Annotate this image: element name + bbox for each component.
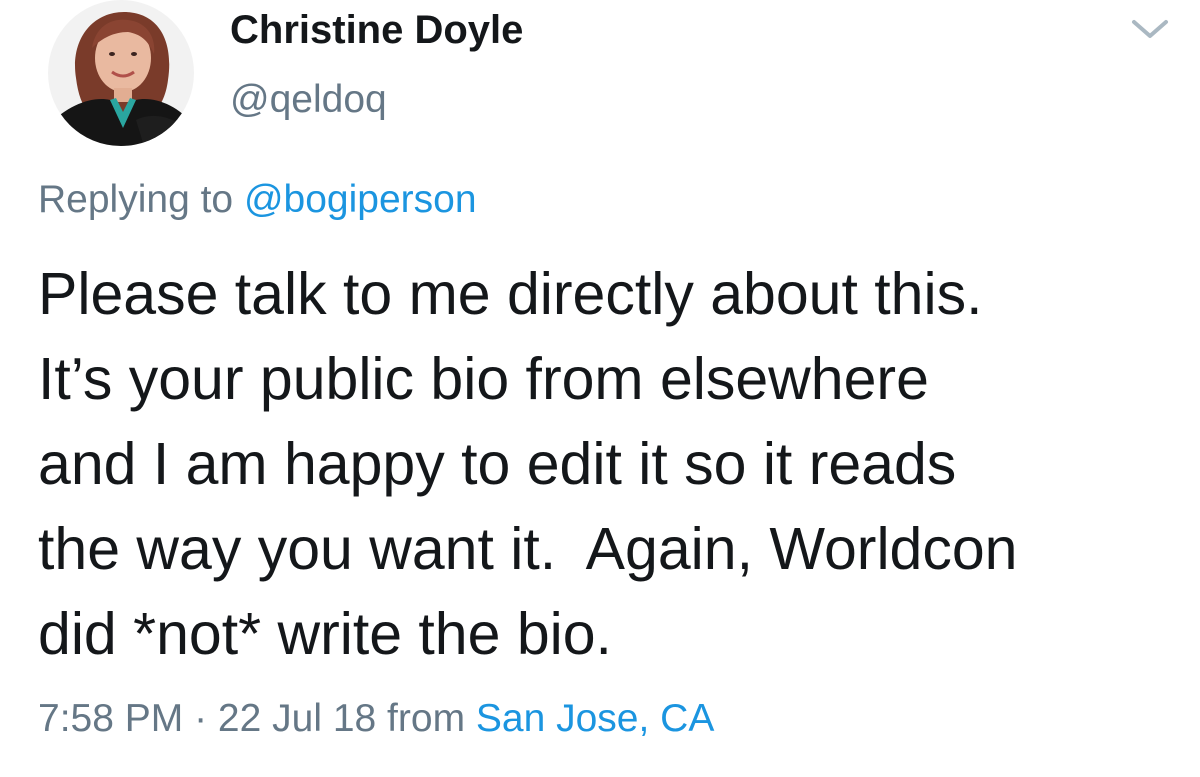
from-label: from [376,697,476,740]
profile-photo-icon [48,0,194,146]
tweet-text-line: did *not* write the bio. [38,601,612,667]
tweet: Christine Doyle @qeldoq Replying to @bog… [0,0,1200,777]
tweet-metadata: 7:58 PM · 22 Jul 18 from San Jose, CA [38,697,714,741]
tweet-text: Please talk to me directly about this. I… [38,252,1178,677]
tweet-text-line: and I am happy to edit it so it reads [38,431,957,497]
replying-to-label: Replying to [38,178,244,221]
user-handle[interactable]: @qeldoq [230,78,387,122]
tweet-time[interactable]: 7:58 PM [38,697,183,740]
display-name[interactable]: Christine Doyle [230,8,523,53]
tweet-menu-button[interactable] [1128,14,1172,44]
tweet-text-line: It’s your public bio from elsewhere [38,346,929,412]
meta-separator: · [183,697,218,740]
location-link[interactable]: San Jose, CA [476,697,714,740]
chevron-down-icon [1132,20,1168,38]
tweet-text-line: the way you want it. Again, Worldcon [38,516,1018,582]
replying-to: Replying to @bogiperson [38,178,477,222]
tweet-text-line: Please talk to me directly about this. [38,261,983,327]
tweet-date[interactable]: 22 Jul 18 [218,697,376,740]
reply-target-link[interactable]: @bogiperson [244,178,477,221]
avatar[interactable] [48,0,194,146]
